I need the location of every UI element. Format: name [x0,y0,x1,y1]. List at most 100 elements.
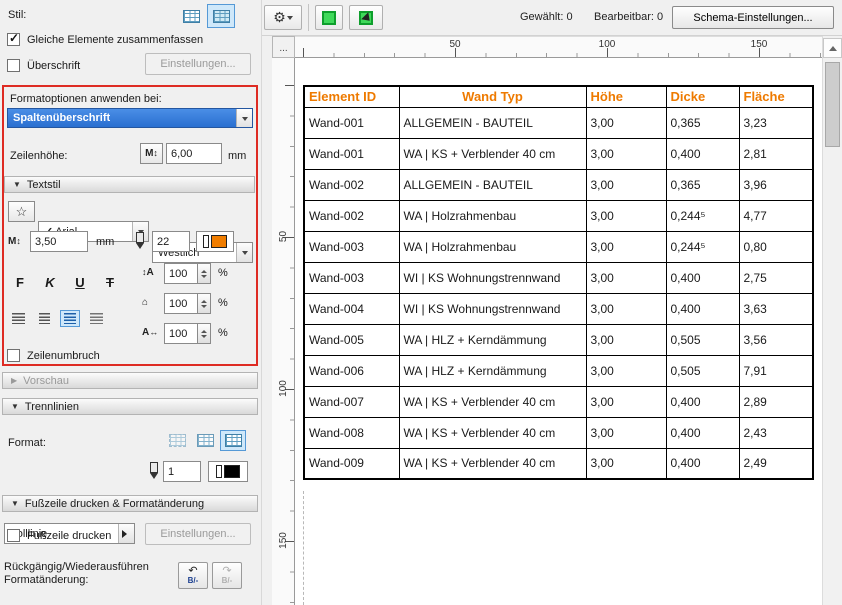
table-row[interactable]: Wand-009WA | KS + Verblender 40 cm3,000,… [304,448,813,479]
table-style-plain-button[interactable] [177,4,205,28]
row-height-icon-button[interactable]: M↕ [140,143,163,164]
line-spacing-stepper[interactable] [198,263,211,284]
table-cell[interactable]: 3,23 [739,107,813,138]
table-cell[interactable]: 0,400 [666,417,739,448]
table-cell[interactable]: WI | KS Wohnungstrennwand [399,262,586,293]
table-cell[interactable]: 0,505 [666,355,739,386]
table-cell[interactable]: 0,400 [666,386,739,417]
table-cell[interactable]: 3,00 [586,324,666,355]
table-cell[interactable]: 3,00 [586,355,666,386]
grid-none-button[interactable] [164,430,190,451]
table-cell[interactable]: 0,400 [666,448,739,479]
schedule-canvas[interactable]: Element ID Wand Typ Höhe Dicke Fläche Wa… [295,58,822,605]
merge-items-checkbox[interactable]: ✓ [7,33,20,46]
table-cell[interactable]: 2,43 [739,417,813,448]
table-cell[interactable]: 4,77 [739,200,813,231]
table-cell[interactable]: 0,244⁵ [666,200,739,231]
separators-section-header[interactable]: ▼ Trennlinien [2,398,258,415]
table-cell[interactable]: ALLGEMEIN - BAUTEIL [399,107,586,138]
text-size-input[interactable]: 3,50 [30,231,88,252]
column-header-dicke[interactable]: Dicke [666,86,739,107]
table-cell[interactable]: 3,00 [586,169,666,200]
table-cell[interactable]: WA | KS + Verblender 40 cm [399,417,586,448]
table-row[interactable]: Wand-001ALLGEMEIN - BAUTEIL3,000,3653,23 [304,107,813,138]
table-cell[interactable]: Wand-006 [304,355,399,386]
pen-number-input[interactable]: 22 [152,231,190,252]
table-cell[interactable]: 0,400 [666,262,739,293]
preview-section-header[interactable]: ▶ Vorschau [2,372,258,389]
separator-color-button[interactable] [208,461,248,482]
pen-color-button[interactable] [196,231,234,252]
underline-button[interactable]: U [68,272,92,292]
grid-full-button[interactable] [220,430,246,451]
column-header-element-id[interactable]: Element ID [304,86,399,107]
column-header-wand-typ[interactable]: Wand Typ [399,86,586,107]
table-cell[interactable]: 2,89 [739,386,813,417]
table-cell[interactable]: 3,00 [586,138,666,169]
italic-button[interactable]: K [38,272,62,292]
scrollbar-thumb[interactable] [825,62,840,147]
wrap-checkbox[interactable] [7,349,20,362]
table-cell[interactable]: Wand-003 [304,231,399,262]
table-cell[interactable]: 3,00 [586,200,666,231]
table-cell[interactable]: WA | HLZ + Kerndämmung [399,324,586,355]
grid-partial-button[interactable] [192,430,218,451]
header-checkbox[interactable] [7,59,20,72]
table-row[interactable]: Wand-003WA | Holzrahmenbau3,000,244⁵0,80 [304,231,813,262]
table-cell[interactable]: 3,00 [586,107,666,138]
table-cell[interactable]: 0,505 [666,324,739,355]
bold-button[interactable]: F [8,272,32,292]
settings-menu-button[interactable]: ⚙ [264,5,302,30]
table-cell[interactable]: WA | KS + Verblender 40 cm [399,138,586,169]
table-row[interactable]: Wand-008WA | KS + Verblender 40 cm3,000,… [304,417,813,448]
align-justify-button[interactable] [86,310,106,327]
table-cell[interactable]: Wand-004 [304,293,399,324]
footer-section-header[interactable]: ▼ Fußzeile drucken & Formatänderung [2,495,258,512]
table-row[interactable]: Wand-004WI | KS Wohnungstrennwand3,000,4… [304,293,813,324]
line-spacing-input[interactable]: 100 [164,263,198,284]
redo-format-button[interactable]: ↷ B/- [212,562,242,589]
table-cell[interactable]: Wand-005 [304,324,399,355]
apply-format-dropdown[interactable]: Spaltenüberschrift [7,108,253,128]
table-cell[interactable]: 3,00 [586,417,666,448]
footer-settings-button[interactable]: Einstellungen... [145,523,251,545]
select-same-elements-button[interactable] [315,5,343,30]
scroll-up-button[interactable] [823,38,842,58]
table-cell[interactable]: WA | KS + Verblender 40 cm [399,386,586,417]
table-cell[interactable]: 3,00 [586,448,666,479]
table-cell[interactable]: 3,00 [586,293,666,324]
column-header-hoehe[interactable]: Höhe [586,86,666,107]
table-cell[interactable]: Wand-008 [304,417,399,448]
table-row[interactable]: Wand-003WI | KS Wohnungstrennwand3,000,4… [304,262,813,293]
table-cell[interactable]: 3,56 [739,324,813,355]
table-cell[interactable]: 2,81 [739,138,813,169]
table-cell[interactable]: 3,00 [586,386,666,417]
table-cell[interactable]: Wand-001 [304,107,399,138]
footer-print-checkbox[interactable] [7,529,20,542]
table-cell[interactable]: Wand-009 [304,448,399,479]
table-cell[interactable]: WI | KS Wohnungstrennwand [399,293,586,324]
favorites-button[interactable]: ☆ [8,201,35,222]
schema-settings-button[interactable]: Schema-Einstellungen... [672,6,834,29]
table-cell[interactable]: 0,244⁵ [666,231,739,262]
table-row[interactable]: Wand-002ALLGEMEIN - BAUTEIL3,000,3653,96 [304,169,813,200]
strikethrough-button[interactable]: T [98,272,122,292]
table-cell[interactable]: 3,96 [739,169,813,200]
row-height-input[interactable]: 6,00 [166,143,222,164]
table-cell[interactable]: WA | KS + Verblender 40 cm [399,448,586,479]
separator-pen-input[interactable]: 1 [163,461,201,482]
vertical-scrollbar[interactable] [822,36,842,605]
column-header-flaeche[interactable]: Fläche [739,86,813,107]
align-left-button[interactable] [8,310,28,327]
table-cell[interactable]: WA | Holzrahmenbau [399,200,586,231]
table-row[interactable]: Wand-007WA | KS + Verblender 40 cm3,000,… [304,386,813,417]
table-cell[interactable]: 3,00 [586,231,666,262]
width-factor-input[interactable]: 100 [164,293,198,314]
table-cell[interactable]: 7,91 [739,355,813,386]
table-cell[interactable]: 0,365 [666,107,739,138]
textstyle-section-header[interactable]: ▼ Textstil [4,176,255,193]
table-cell[interactable]: Wand-002 [304,200,399,231]
table-cell[interactable]: 3,63 [739,293,813,324]
table-cell[interactable]: 0,365 [666,169,739,200]
ruler-corner-button[interactable]: ... [272,36,295,58]
